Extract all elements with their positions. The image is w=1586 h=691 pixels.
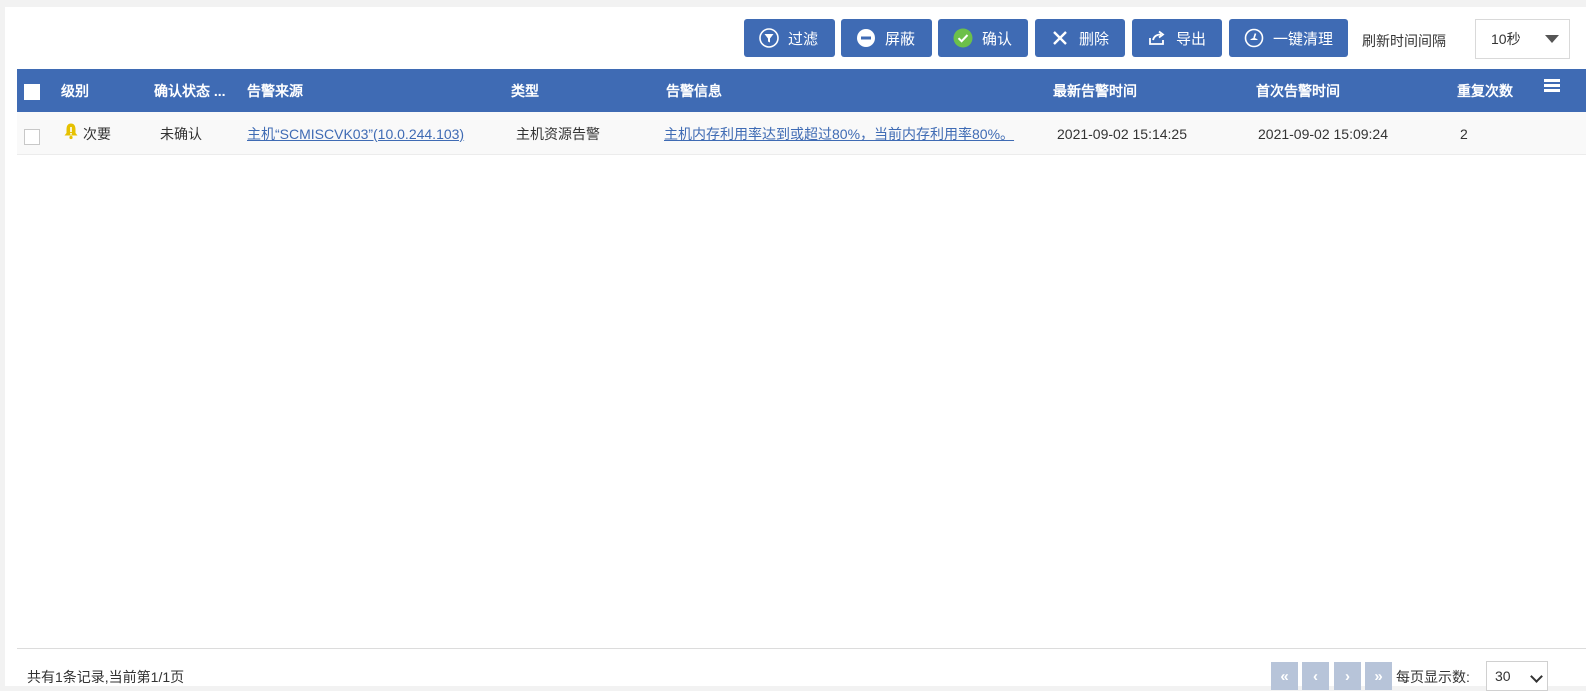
export-button-label: 导出 [1176,30,1207,48]
delete-button-label: 删除 [1079,30,1110,48]
export-button[interactable]: 导出 [1132,19,1222,57]
footer-divider [17,648,1586,649]
row-type: 主机资源告警 [516,126,600,142]
block-icon [856,28,876,48]
one-click-clean-button[interactable]: 一键清理 [1229,19,1348,57]
filter-button-label: 过滤 [788,30,819,48]
refresh-interval-label: 刷新时间间隔 [1362,33,1446,49]
row-source-link[interactable]: 主机“SCMISCVK03”(10.0.244.103) [247,112,464,154]
chevron-down-icon [1530,670,1543,683]
block-button-label: 屏蔽 [885,30,916,48]
refresh-interval-value: 10秒 [1491,31,1521,47]
close-icon [1050,28,1070,48]
refresh-interval-select[interactable]: 10秒 [1475,19,1570,59]
table-row[interactable]: 次要 未确认 主机“SCMISCVK03”(10.0.244.103) 主机资源… [17,112,1586,155]
table-header: 级别 确认状态 ... 告警来源 类型 告警信息 最新告警时间 首次告警时间 重… [17,69,1586,112]
row-level: 次要 [83,126,111,142]
filter-icon [759,28,779,48]
select-all-checkbox[interactable] [24,84,40,100]
column-header-source[interactable]: 告警来源 [247,69,303,112]
confirm-button[interactable]: 确认 [938,19,1028,57]
per-page-value: 30 [1495,668,1511,684]
clean-icon [1244,28,1264,48]
toolbar: 过滤 屏蔽 确认 删除 导出 一键清理 刷新时间间隔 10秒 [5,7,1586,69]
delete-button[interactable]: 删除 [1035,19,1125,57]
column-header-first-time[interactable]: 首次告警时间 [1256,69,1340,112]
one-click-clean-button-label: 一键清理 [1273,30,1334,48]
block-button[interactable]: 屏蔽 [841,19,932,57]
column-header-message[interactable]: 告警信息 [666,69,722,112]
column-menu-icon[interactable] [1544,79,1560,93]
row-message-link[interactable]: 主机内存利用率达到或超过80%，当前内存利用率80%。 [664,112,1035,154]
alarm-panel: 过滤 屏蔽 确认 删除 导出 一键清理 刷新时间间隔 10秒 级别 确认状态 .… [5,7,1586,691]
per-page-select[interactable]: 30 [1486,661,1548,691]
chevron-down-icon [1545,35,1559,43]
filter-button[interactable]: 过滤 [744,19,835,57]
column-header-repeat[interactable]: 重复次数 [1457,69,1513,112]
column-header-status[interactable]: 确认状态 ... [154,69,226,112]
row-first-time: 2021-09-02 15:09:24 [1258,126,1388,142]
confirm-button-label: 确认 [982,30,1013,48]
column-header-level[interactable]: 级别 [61,69,89,112]
column-header-latest-time[interactable]: 最新告警时间 [1053,69,1137,112]
export-icon [1147,28,1167,48]
row-status: 未确认 [160,126,202,142]
row-latest-time: 2021-09-02 15:14:25 [1057,126,1187,142]
warning-bell-icon [62,122,80,140]
per-page-label: 每页显示数: [1396,669,1470,685]
row-repeat-count: 2 [1460,126,1468,142]
record-summary: 共有1条记录,当前第1/1页 [27,669,185,685]
check-icon [953,28,973,48]
row-checkbox[interactable] [24,129,40,145]
column-header-type[interactable]: 类型 [511,69,539,112]
